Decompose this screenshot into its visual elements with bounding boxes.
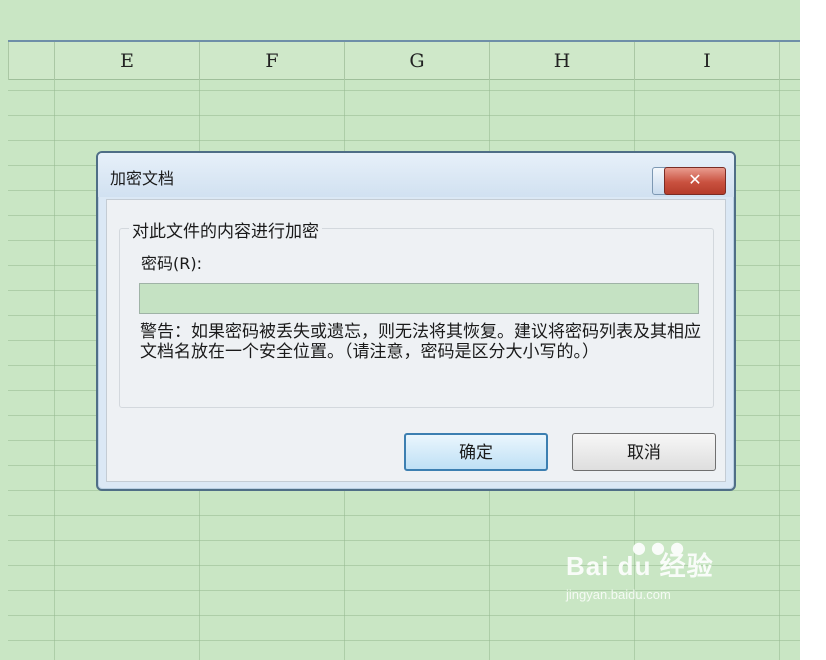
column-header-partial-right[interactable] [779, 42, 800, 80]
close-button[interactable]: ✕ [664, 167, 726, 195]
window-edge [800, 0, 826, 660]
encrypt-document-dialog: 加密文档 ? ✕ 对此文件的内容进行加密 密码(R): 警告：如果密码被丢失或遗… [96, 151, 736, 491]
ok-button[interactable]: 确定 [404, 433, 548, 471]
column-header-h[interactable]: H [489, 42, 634, 80]
column-header-e[interactable]: E [54, 42, 199, 80]
password-input[interactable] [139, 283, 699, 314]
close-icon: ✕ [688, 170, 702, 189]
column-header-partial[interactable] [8, 42, 54, 80]
paw-icon: ● ● ● [632, 538, 685, 557]
password-label: 密码(R): [141, 254, 202, 273]
baidu-jingyan-watermark: ● ● ● Bai du 经验 jingyan.baidu.com [566, 538, 714, 602]
column-header-f[interactable]: F [199, 42, 344, 80]
encryption-group-box [119, 228, 714, 408]
dialog-body: 对此文件的内容进行加密 密码(R): 警告：如果密码被丢失或遗忘，则无法将其恢复… [106, 199, 726, 482]
dialog-titlebar[interactable]: 加密文档 ? ✕ [98, 153, 734, 197]
cancel-button[interactable]: 取消 [572, 433, 716, 471]
dialog-title: 加密文档 [110, 169, 175, 188]
group-title: 对此文件的内容进行加密 [129, 217, 322, 242]
column-header-i[interactable]: I [634, 42, 779, 80]
warning-text: 警告：如果密码被丢失或遗忘，则无法将其恢复。建议将密码列表及其相应文档名放在一个… [140, 322, 701, 362]
column-header-g[interactable]: G [344, 42, 489, 80]
column-header-bar: E F G H I [8, 40, 800, 80]
watermark-url: jingyan.baidu.com [566, 587, 671, 602]
